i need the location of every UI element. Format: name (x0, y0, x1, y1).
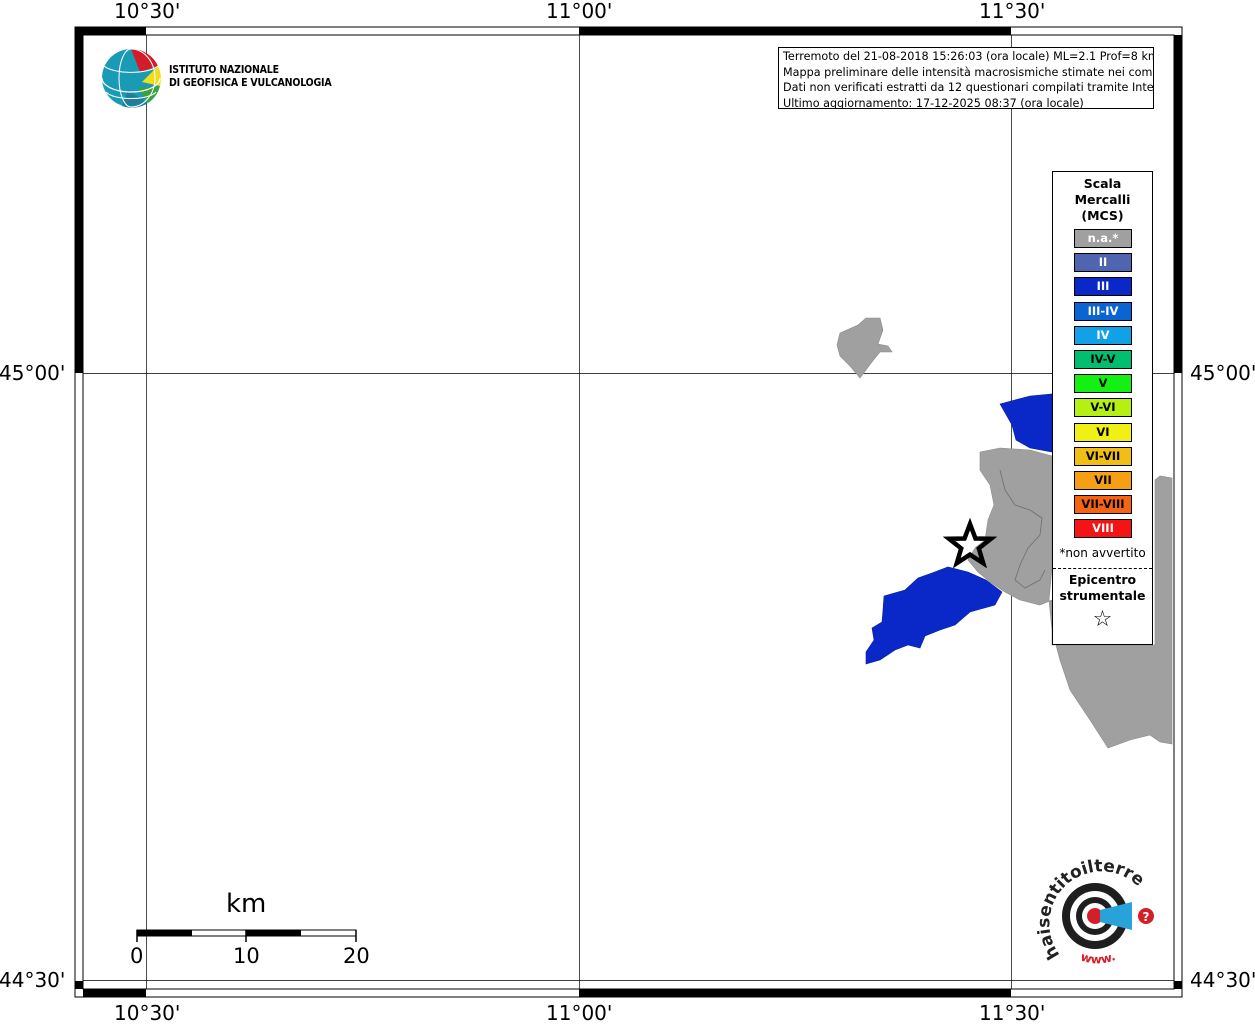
svg-text:www.: www. (1079, 949, 1117, 966)
municipality-blue-ne (999, 393, 1053, 453)
hsit-logo-name: haisentitoilterremoto.it (1030, 855, 1148, 963)
event-info-box: Terremoto del 21-08-2018 15:26:03 (ora l… (778, 47, 1154, 109)
frame-segment (75, 27, 146, 35)
hsit-logo-text: haisentitoilterremoto.it www. (1030, 855, 1148, 967)
tick-label-top: 11°30' (979, 0, 1046, 23)
event-info-line3: Dati non verificati estratti da 12 quest… (783, 81, 1154, 94)
legend-swatch: IV (1074, 325, 1132, 345)
institute-line1: ISTITUTO NAZIONALE (169, 64, 279, 76)
svg-text:haisentitoilterremoto.it: haisentitoilterremoto.it (1030, 855, 1148, 963)
legend-title-line2: Mercalli (1074, 192, 1131, 207)
legend-swatch: III-IV (1074, 301, 1132, 321)
tick-label-bottom: 11°00' (546, 1001, 613, 1025)
legend-swatch: VII-VIII (1074, 495, 1132, 515)
frame-segment (75, 981, 83, 989)
frame-segment (75, 35, 83, 373)
legend-epicenter-star-icon: ☆ (1092, 607, 1113, 632)
scale-label-0: 0 (130, 944, 144, 968)
tick-label-top: 11°00' (546, 0, 613, 23)
legend-swatch: n.a.* (1074, 229, 1132, 248)
mcs-legend: Scala Mercalli (MCS) n.a.* II III III-IV IV I… (1052, 171, 1153, 645)
event-info-line1: Terremoto del 21-08-2018 15:26:03 (ora l… (783, 50, 1154, 63)
frame-segment (1174, 35, 1182, 373)
municipality-grey-north (836, 317, 893, 379)
frame-segment (579, 27, 1011, 35)
legend-swatch: V (1074, 374, 1132, 394)
scale-label-20: 20 (343, 944, 370, 968)
event-info-line2: Mappa preliminare delle intensità macros… (783, 65, 1154, 79)
tick-label-bottom: 10°30' (114, 1001, 181, 1025)
tick-label-right: 45°00' (1190, 361, 1255, 385)
legend-swatch: III (1074, 277, 1132, 297)
legend-swatch: VII (1074, 471, 1132, 490)
ingv-globe-logo (101, 48, 161, 108)
frame-segment (579, 989, 1011, 997)
event-info-line4: Ultimo aggiornamento: 17-12-2025 08:37 (… (783, 96, 1084, 109)
municipality-blue-sw (865, 566, 1003, 665)
tick-label-top: 10°30' (114, 0, 181, 23)
legend-swatch: V-VI (1074, 398, 1132, 418)
legend-epicenter-line2: strumentale (1059, 588, 1146, 603)
scale-label-10: 10 (233, 944, 260, 968)
legend-swatch: VI (1074, 422, 1132, 442)
legend-title-line1: Scala (1083, 176, 1122, 191)
legend-swatch: VI-VII (1074, 446, 1132, 466)
institute-name: ISTITUTO NAZIONALE DI GEOFISICA E VULCAN… (169, 64, 332, 90)
legend-swatch: VIII (1074, 519, 1132, 539)
legend-title-line3: (MCS) (1081, 208, 1124, 223)
frame-segment (83, 989, 146, 997)
legend-separator (1053, 568, 1152, 569)
legend-swatch: IV-V (1074, 350, 1132, 369)
tick-label-left: 44°30' (0, 968, 66, 992)
legend-note: *non avvertito (1059, 546, 1146, 560)
tick-label-bottom: 11°30' (979, 1001, 1046, 1025)
legend-epicenter-label: Epicentro strumentale (1053, 572, 1152, 604)
tick-label-right: 44°30' (1190, 968, 1255, 992)
tick-label-left: 45°00' (0, 361, 66, 385)
scale-bar (136, 929, 357, 942)
institute-line2: DI GEOFISICA E VULCANOLOGIA (169, 77, 332, 89)
hsit-logo-www: www. (1079, 949, 1117, 966)
legend-epicenter-line1: Epicentro (1068, 572, 1137, 587)
frame-segment (1174, 981, 1182, 989)
legend-swatch: II (1074, 253, 1132, 273)
scale-unit: km (226, 889, 267, 919)
